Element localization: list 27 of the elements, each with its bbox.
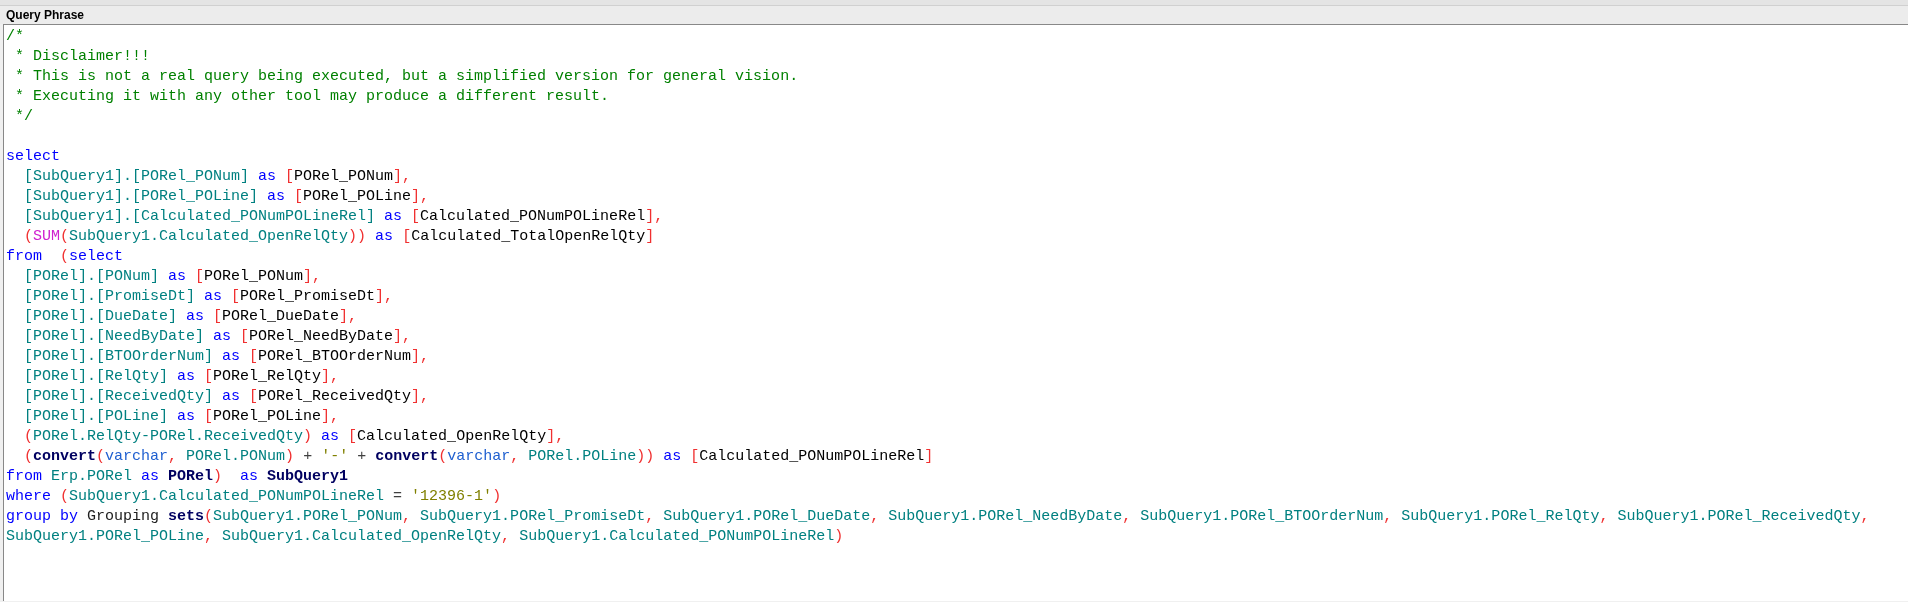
code-line: [PORel].[PromiseDt] as [PORel_PromiseDt], [23, 287, 394, 307]
code-line: [SubQuery1].[PORel_POLine] as [PORel_POLine], [23, 187, 430, 207]
code-line: [PORel].[BTOOrderNum] as [PORel_BTOOrderNum], [23, 347, 430, 367]
code-line: * Executing it with any other tool may produce a different result. [14, 87, 610, 107]
code-line: [PORel].[PONum] as [PORel_PONum], [23, 267, 322, 287]
code-line: (PORel.RelQty-PORel.ReceivedQty) as [Calculated_OpenRelQty], [23, 427, 565, 447]
code-line: where (SubQuery1.Calculated_PONumPOLineRel = '12396-1') [6, 487, 502, 507]
code-line: [PORel].[RelQty] as [PORel_RelQty], [23, 367, 340, 387]
code-line: [SubQuery1].[Calculated_PONumPOLineRel] as [Calculated_PONumPOLineRel], [23, 207, 664, 227]
code-line: (convert(varchar, PORel.PONum) + '-' + convert(varchar, PORel.POLine)) as [Calculated_PONumPOLineRel] [23, 447, 934, 467]
code-line: [PORel].[ReceivedQty] as [PORel_ReceivedQty], [23, 387, 430, 407]
code-line: [PORel].[NeedByDate] as [PORel_NeedByDate], [23, 327, 412, 347]
code-line: * This is not a real query being executed, but a simplified version for general vision. [14, 67, 799, 87]
code-line: (SUM(SubQuery1.Calculated_OpenRelQty)) as [Calculated_TotalOpenRelQty] [23, 227, 655, 247]
code-line: group by Grouping sets(SubQuery1.PORel_PONum, SubQuery1.PORel_PromiseDt, SubQuery1.PORel_DueDate, SubQuery1.PORel_NeedByDate, SubQuery1.PORel_BTOOrderNum, SubQuery1.PORel_RelQty, SubQuery1.PORel_ReceivedQty, [6, 507, 1870, 527]
code-line: [PORel].[DueDate] as [PORel_DueDate], [23, 307, 358, 327]
code-line: * Disclaimer!!! [14, 47, 151, 67]
panel-title: Query Phrase [6, 8, 85, 22]
code-line: from Erp.PORel as PORel) as SubQuery1 [6, 467, 349, 487]
code-line: [SubQuery1].[PORel_PONum] as [PORel_PONum], [23, 167, 412, 187]
code-line: from (select [6, 247, 124, 267]
code-line: [PORel].[POLine] as [PORel_POLine], [23, 407, 340, 427]
code-line: SubQuery1.PORel_POLine, SubQuery1.Calculated_OpenRelQty, SubQuery1.Calculated_PONumPOLineRel) [6, 527, 844, 547]
code-editor[interactable] [3, 24, 1908, 601]
code-line: */ [14, 107, 33, 127]
code-line: select [6, 147, 60, 167]
code-line: /* [6, 27, 24, 47]
